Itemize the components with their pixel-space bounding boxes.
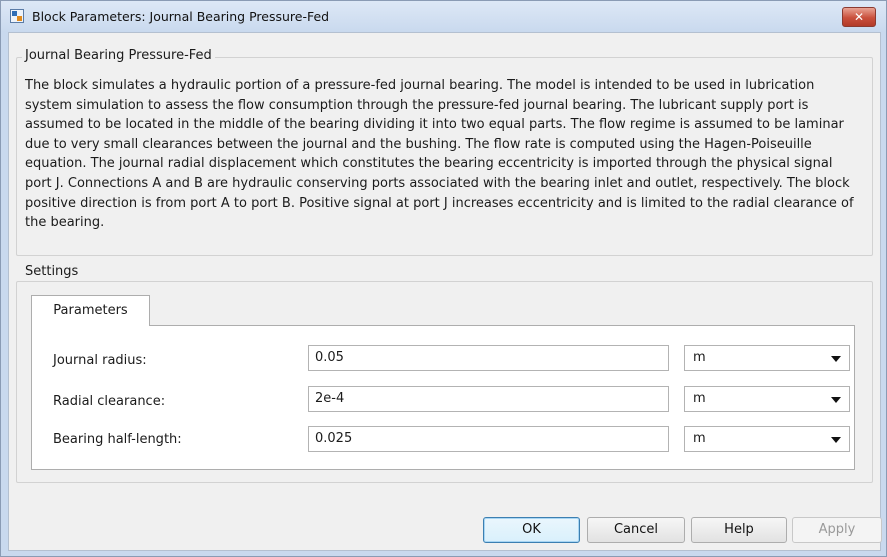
journal-radius-input[interactable]: 0.05 bbox=[308, 345, 669, 371]
apply-button[interactable]: Apply bbox=[792, 517, 882, 543]
close-icon: ✕ bbox=[853, 10, 865, 24]
ok-button[interactable]: OK bbox=[483, 517, 580, 543]
chevron-down-icon bbox=[831, 356, 841, 362]
journal-radius-unit-value: m bbox=[693, 350, 706, 365]
help-button[interactable]: Help bbox=[691, 517, 787, 543]
radial-clearance-label: Radial clearance: bbox=[53, 394, 166, 409]
dialog-window: Block Parameters: Journal Bearing Pressu… bbox=[0, 0, 887, 557]
block-description-text: The block simulates a hydraulic portion … bbox=[25, 78, 854, 231]
radial-clearance-input[interactable]: 2e-4 bbox=[308, 386, 669, 412]
chevron-down-icon bbox=[831, 397, 841, 403]
radial-clearance-unit-value: m bbox=[693, 391, 706, 406]
description-group-title: Journal Bearing Pressure-Fed bbox=[22, 48, 215, 63]
bearing-half-length-input[interactable]: 0.025 bbox=[308, 426, 669, 452]
journal-radius-label: Journal radius: bbox=[53, 353, 147, 368]
close-button[interactable]: ✕ bbox=[842, 7, 876, 27]
radial-clearance-unit-select[interactable]: m bbox=[684, 386, 850, 412]
window-title: Block Parameters: Journal Bearing Pressu… bbox=[32, 9, 330, 24]
bearing-half-length-unit-select[interactable]: m bbox=[684, 426, 850, 452]
bearing-half-length-label: Bearing half-length: bbox=[53, 432, 182, 447]
journal-radius-unit-select[interactable]: m bbox=[684, 345, 850, 371]
chevron-down-icon bbox=[831, 437, 841, 443]
tab-parameters[interactable]: Parameters bbox=[31, 295, 150, 326]
cancel-button[interactable]: Cancel bbox=[587, 517, 685, 543]
settings-group-title: Settings bbox=[22, 264, 82, 279]
title-bar[interactable]: Block Parameters: Journal Bearing Pressu… bbox=[1, 1, 886, 32]
bearing-half-length-unit-value: m bbox=[693, 431, 706, 446]
simulink-block-icon bbox=[10, 9, 24, 23]
